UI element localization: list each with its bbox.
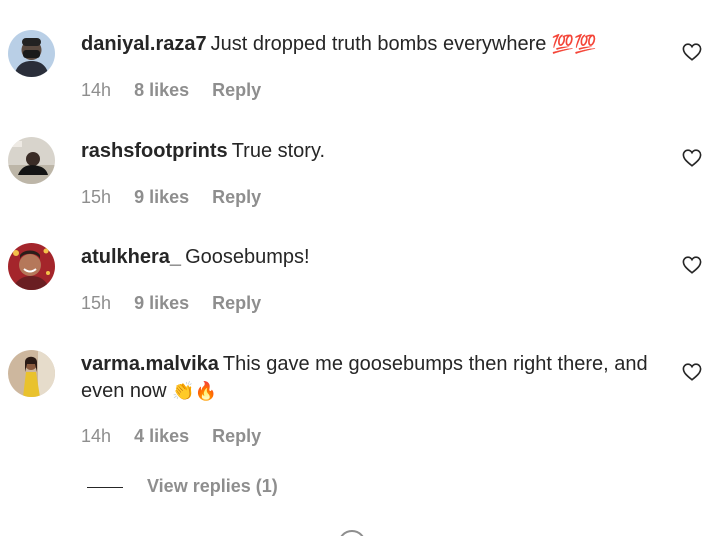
avatar[interactable] [8,30,55,77]
likes-count[interactable]: 8 likes [134,80,189,100]
reply-button[interactable]: Reply [212,426,261,446]
comment-body: daniyal.raza7 Just dropped truth bombs ev… [81,31,671,58]
comment-meta: 14h 4 likes Reply [81,426,279,447]
comment-body: rashsfootprints True story. [81,138,671,165]
person-on-ground-avatar [8,137,55,184]
divider-line [87,486,123,488]
reply-button[interactable]: Reply [212,80,261,100]
comment-meta: 14h 8 likes Reply [81,80,279,101]
likes-count[interactable]: 9 likes [134,293,189,313]
reply-button[interactable]: Reply [212,293,261,313]
comment-meta: 15h 9 likes Reply [81,293,279,314]
view-replies-button[interactable]: View replies (1) [87,476,278,497]
heart-icon[interactable] [682,256,704,276]
comment-text: Just dropped truth bombs everywhere [210,33,552,55]
likes-count[interactable]: 4 likes [134,426,189,446]
avatar[interactable] [8,137,55,184]
username[interactable]: atulkhera_ [81,246,181,268]
comment-text: Goosebumps! [185,246,310,268]
reply-button[interactable]: Reply [212,187,261,207]
clapping-fire-emoji: 👏🔥 [172,381,217,401]
view-replies-label: View replies (1) [147,476,278,496]
comments-list: daniyal.raza7 Just dropped truth bombs ev… [0,0,720,536]
timestamp[interactable]: 15h [81,293,111,313]
heart-icon[interactable] [682,149,704,169]
person-yellow-dress-avatar [8,350,55,397]
timestamp[interactable]: 14h [81,80,111,100]
likes-count[interactable]: 9 likes [134,187,189,207]
username[interactable]: varma.malvika [81,353,219,375]
comment-body: varma.malvika This gave me goosebumps the… [81,351,671,405]
loading-spinner-icon [338,530,366,536]
smiling-person-avatar [8,243,55,290]
timestamp[interactable]: 14h [81,426,111,446]
heart-icon[interactable] [682,43,704,63]
comment-text: True story. [231,140,326,162]
username[interactable]: daniyal.raza7 [81,33,207,55]
username[interactable]: rashsfootprints [81,140,228,162]
comment-meta: 15h 9 likes Reply [81,187,279,208]
avatar[interactable] [8,243,55,290]
heart-icon[interactable] [682,363,704,383]
hundred-points-emoji: 💯💯 [551,34,597,54]
avatar[interactable] [8,350,55,397]
comment-body: atulkhera_ Goosebumps! [81,244,671,271]
timestamp[interactable]: 15h [81,187,111,207]
person-with-mask-avatar [8,30,55,77]
